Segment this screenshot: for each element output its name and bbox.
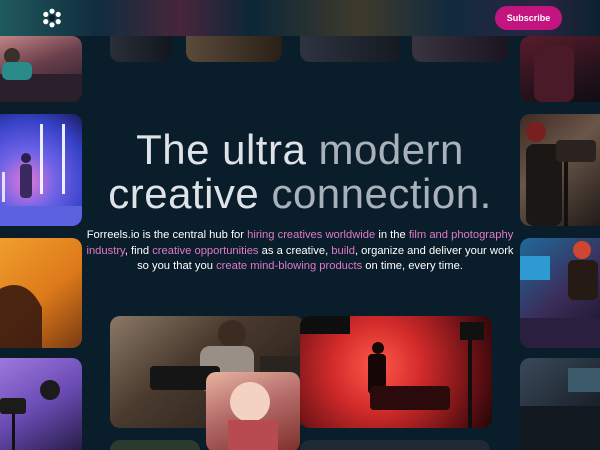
title-line1-part-b: modern [318,126,464,173]
page-title: The ultra modern creative connection. [80,128,520,216]
couch-photo-shape [0,48,82,102]
gallery-top-tile-4 [412,36,508,62]
photo-red-set [300,316,492,428]
desc-text-4: as a creative, [258,244,332,257]
red-portrait-shape [534,46,574,102]
gallery-top-tile-3 [300,36,400,62]
link-creative-opportunities[interactable]: creative opportunities [152,245,258,257]
link-create-products[interactable]: create mind-blowing products [216,260,362,272]
flower-logo-svg [43,8,61,28]
photo-editing-suite [520,238,600,348]
headphones-portrait-shape [228,382,278,450]
photo-camera-operator [520,114,600,226]
subscribe-button[interactable]: Subscribe [495,6,562,30]
title-line1-part-a: The ultra [136,126,319,173]
monitors-shape [520,368,600,450]
link-build[interactable]: build [331,245,355,257]
desc-text-1: Forreels.io is the central hub for [86,229,248,241]
red-set-shape [300,316,484,428]
title-line2-part-a: creative [108,170,272,217]
header: Subscribe [0,0,600,36]
photo-orange-portrait [0,238,82,348]
photo-studio-lights [0,358,82,450]
title-line2-part-b: connection. [271,170,492,217]
gallery-top-tile-2 [186,36,282,62]
photo-red-portrait [520,36,600,102]
studio-photo-shape [0,380,60,450]
page: Subscribe The ultra modern creative conn… [0,0,600,450]
gallery-bottom-tile-1 [110,440,200,450]
portrait-photo-shape [0,285,42,348]
dancer-photo-shape [0,124,82,226]
photo-dancer-stage [0,114,82,226]
gallery-bottom-tile-2 [300,440,490,450]
photo-monitors [520,358,600,450]
photo-headphones-portrait [206,372,300,450]
hero-description: Forreels.io is the central hub for hirin… [84,228,516,275]
desc-text-3: , find [124,244,153,257]
desc-text-2: in the [375,229,409,241]
link-hiring-creatives[interactable]: hiring creatives worldwide [247,229,375,241]
flower-logo-icon[interactable] [42,8,62,28]
camera-operator-shape [526,122,596,226]
desc-text-6: on time, every time. [362,260,463,273]
hero: The ultra modern creative connection. Fo… [80,128,520,275]
photo-couch [0,36,82,102]
editing-suite-shape [520,241,600,348]
gallery-top-tile-1 [110,36,172,62]
